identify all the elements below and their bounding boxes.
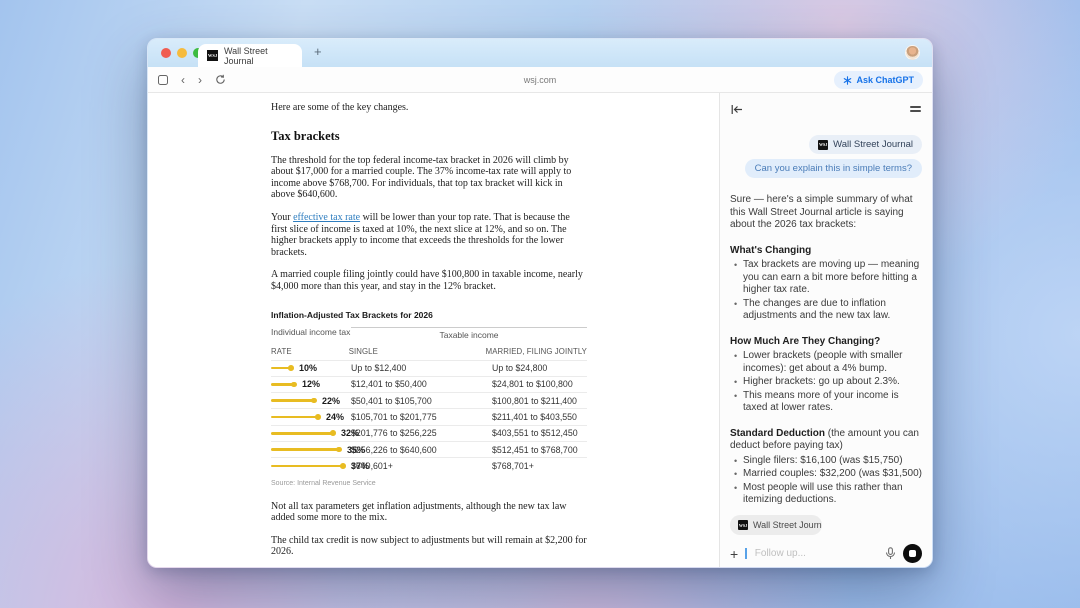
single-range: $256,226 to $640,600 [351, 445, 492, 455]
rate-lollipop-bar [271, 432, 333, 435]
married-range: Up to $24,800 [492, 363, 587, 373]
single-range: $201,776 to $256,225 [351, 428, 492, 438]
tax-bracket-row: 32% $201,776 to $256,225 $403,551 to $51… [271, 425, 587, 441]
ask-chatgpt-button[interactable]: Ask ChatGPT [834, 71, 923, 89]
tax-bracket-row: 35% $256,226 to $640,600 $512,451 to $76… [271, 441, 587, 457]
tax-bracket-row: 37% $640,601+ $768,701+ [271, 457, 587, 473]
assistant-bullet: Married couples: $32,200 (was $31,500) [730, 468, 922, 481]
composer-area: WSJ Wall Street Journa + Follow up... [720, 503, 932, 567]
assistant-section: What's Changing Tax brackets are moving … [730, 245, 922, 323]
table-group-left: Individual income tax [271, 327, 351, 340]
openai-logo-icon [843, 76, 852, 85]
article-paragraph: Here are some of the key changes. [271, 102, 587, 114]
followup-input[interactable]: Follow up... [755, 548, 878, 559]
assistant-bullet: Tax brackets are moving up — meaning you… [730, 259, 922, 297]
browser-toolbar: ‹ › wsj.com Ask ChatGPT [148, 67, 932, 93]
rate-lollipop-bar [271, 465, 343, 468]
microphone-icon[interactable] [885, 547, 896, 560]
rate-label: 10% [299, 363, 317, 373]
voice-stop-button[interactable] [903, 544, 922, 563]
reload-icon[interactable] [215, 74, 226, 85]
married-range: $768,701+ [492, 461, 587, 471]
wsj-favicon: WSJ [738, 520, 748, 530]
assistant-section: How Much Are They Changing? Lower bracke… [730, 336, 922, 415]
tax-bracket-row: 10% Up to $12,400 Up to $24,800 [271, 360, 587, 376]
tax-bracket-row: 24% $105,701 to $201,775 $211,401 to $40… [271, 408, 587, 424]
article-heading-tax-brackets: Tax brackets [271, 129, 587, 144]
single-range: $640,601+ [351, 461, 492, 471]
assistant-bullet: Lower brackets (people with smaller inco… [730, 350, 922, 375]
forward-button[interactable]: › [198, 75, 202, 85]
rate-label: 22% [322, 396, 340, 406]
assistant-section-heading: How Much Are They Changing? [730, 336, 922, 349]
article-paragraph: Your effective tax rate will be lower th… [271, 212, 587, 258]
assistant-section-heading: Standard Deduction (the amount you can d… [730, 428, 922, 453]
article-paragraph: A married couple filing jointly could ha… [271, 269, 587, 292]
close-window-button[interactable] [161, 48, 171, 58]
effective-tax-rate-link[interactable]: effective tax rate [293, 212, 360, 223]
browser-tab-wsj[interactable]: WSJ Wall Street Journal [198, 44, 302, 67]
married-range: $100,801 to $211,400 [492, 396, 587, 406]
title-bar: WSJ Wall Street Journal + [148, 39, 932, 67]
minimize-window-button[interactable] [177, 48, 187, 58]
collapse-sidebar-icon[interactable] [731, 104, 743, 115]
married-range: $403,551 to $512,450 [492, 428, 587, 438]
table-title: Inflation-Adjusted Tax Brackets for 2026 [271, 310, 587, 320]
assistant-section-heading: What's Changing [730, 245, 922, 258]
user-message-bubble: Can you explain this in simple terms? [745, 159, 922, 178]
tax-brackets-table: Inflation-Adjusted Tax Brackets for 2026… [271, 310, 587, 487]
assistant-bullet: Single filers: $16,100 (was $15,750) [730, 455, 922, 468]
article-paragraph: The threshold for the top federal income… [271, 155, 587, 201]
desktop: { "browser": { "tab_title": "Wall Street… [0, 0, 1080, 608]
rate-lollipop-bar [271, 416, 318, 419]
single-range: Up to $12,400 [351, 363, 492, 373]
table-group-right: Taxable income [351, 327, 587, 340]
chat-thread: WSJ Wall Street Journal Can you explain … [720, 135, 932, 559]
rate-lollipop-bar [271, 448, 339, 451]
attach-plus-button[interactable]: + [730, 547, 738, 561]
tab-title: Wall Street Journal [224, 46, 293, 66]
sidebar-menu-icon[interactable] [910, 104, 921, 115]
assistant-bullet: The changes are due to inflation adjustm… [730, 298, 922, 323]
single-range: $50,401 to $105,700 [351, 396, 492, 406]
article-paragraph: Not all tax parameters get inflation adj… [271, 501, 587, 524]
rate-lollipop-bar [271, 399, 314, 402]
table-source-note: Source: Internal Revenue Service [271, 480, 587, 487]
married-range: $211,401 to $403,550 [492, 412, 587, 422]
married-range: $24,801 to $100,800 [492, 379, 587, 389]
composer-context-chip[interactable]: WSJ Wall Street Journa [730, 515, 822, 535]
tax-bracket-row: 22% $50,401 to $105,700 $100,801 to $211… [271, 392, 587, 408]
rate-lollipop-bar [271, 383, 294, 386]
table-header-row: RATE SINGLE MARRIED, FILING JOINTLY [271, 347, 587, 360]
article-paragraph: The child tax credit is now subject to a… [271, 535, 587, 558]
wsj-favicon: WSJ [207, 50, 218, 61]
assistant-section: Standard Deduction (the amount you can d… [730, 428, 922, 507]
assistant-bullet: Higher brackets: go up about 2.3%. [730, 376, 922, 389]
single-range: $105,701 to $201,775 [351, 412, 492, 422]
wsj-favicon: WSJ [818, 140, 828, 150]
context-attachment-chip[interactable]: WSJ Wall Street Journal [809, 135, 922, 154]
tax-bracket-row: 12% $12,401 to $50,400 $24,801 to $100,8… [271, 376, 587, 392]
browser-window: WSJ Wall Street Journal + ‹ › wsj.com [147, 38, 933, 568]
rate-label: 24% [326, 412, 344, 422]
assistant-bullet: This means more of your income is taxed … [730, 390, 922, 415]
text-cursor [745, 548, 747, 559]
address-bar[interactable]: wsj.com [524, 75, 557, 85]
rate-lollipop-bar [271, 367, 291, 370]
profile-avatar[interactable] [905, 45, 920, 60]
window-controls [161, 48, 203, 58]
sidebar-toggle-icon[interactable] [158, 75, 168, 85]
chatgpt-sidebar: WSJ Wall Street Journal Can you explain … [719, 93, 932, 567]
rate-label: 12% [302, 379, 320, 389]
new-tab-button[interactable]: + [314, 45, 322, 59]
back-button[interactable]: ‹ [181, 75, 185, 85]
married-range: $512,451 to $768,700 [492, 445, 587, 455]
article-pane[interactable]: Here are some of the key changes. Tax br… [148, 93, 719, 567]
assistant-intro: Sure — here's a simple summary of what t… [730, 194, 922, 232]
single-range: $12,401 to $50,400 [351, 379, 492, 389]
